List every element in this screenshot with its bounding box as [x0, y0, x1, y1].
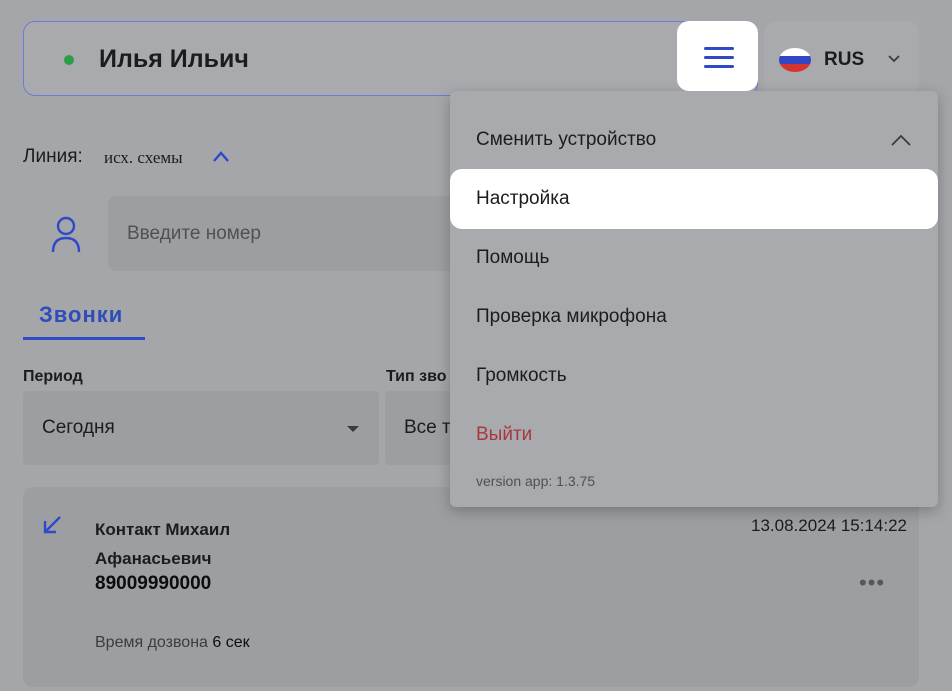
- call-phone-number: 89009990000: [95, 573, 212, 594]
- main-menu-dropdown: Сменить устройство Настройка Помощь Пров…: [450, 91, 938, 507]
- phone-number-input[interactable]: [108, 196, 468, 271]
- user-card: Илья Ильич: [23, 21, 758, 96]
- tab-active-indicator: [23, 337, 145, 340]
- chevron-up-icon[interactable]: [211, 148, 231, 166]
- call-contact-name: Контакт Михаил Афанасьевич: [95, 520, 231, 568]
- call-duration-value: 6 сек: [212, 634, 250, 651]
- menu-item-mic-check[interactable]: Проверка микрофона: [450, 287, 938, 347]
- tab-calls[interactable]: Звонки: [39, 302, 123, 328]
- chevron-up-icon[interactable]: [890, 131, 912, 149]
- menu-item-change-device[interactable]: Сменить устройство: [450, 110, 938, 170]
- chevron-down-icon: [888, 55, 900, 63]
- russia-flag-icon: [779, 48, 811, 72]
- call-list-item[interactable]: Контакт Михаил Афанасьевич 89009990000 1…: [23, 487, 919, 687]
- line-value[interactable]: исх. схемы: [104, 148, 183, 168]
- app-version: version app: 1.3.75: [476, 473, 596, 489]
- incoming-call-arrow-icon: [43, 516, 61, 534]
- more-options-icon[interactable]: •••: [859, 570, 885, 596]
- language-label: RUS: [824, 49, 865, 70]
- period-label: Период: [23, 368, 83, 385]
- call-type-select-value: Все т: [404, 417, 451, 438]
- call-type-label: Тип зво: [386, 368, 447, 385]
- menu-button[interactable]: [677, 21, 758, 91]
- menu-item-label: Проверка микрофона: [476, 306, 667, 327]
- menu-item-logout[interactable]: Выйти: [450, 405, 938, 465]
- period-select-value: Сегодня: [42, 417, 115, 438]
- period-select[interactable]: Сегодня: [23, 391, 379, 465]
- menu-item-label: Громкость: [476, 365, 567, 386]
- caret-down-icon: [347, 426, 359, 432]
- app-page: Илья Ильич RUS Линия: исх. схемы Звонки …: [0, 0, 952, 691]
- menu-item-label: Помощь: [476, 247, 550, 268]
- hamburger-icon: [704, 65, 734, 68]
- call-duration-label: Время дозвона: [95, 634, 208, 651]
- hamburger-icon: [704, 47, 734, 50]
- menu-item-volume[interactable]: Громкость: [450, 346, 938, 406]
- online-status-dot: [64, 55, 74, 65]
- hamburger-icon: [704, 56, 734, 59]
- call-datetime: 13.08.2024 15:14:22: [751, 516, 907, 535]
- call-duration: Время дозвона 6 сек: [95, 634, 250, 652]
- language-select[interactable]: RUS: [764, 21, 919, 96]
- menu-item-label: Сменить устройство: [476, 129, 657, 150]
- menu-item-settings[interactable]: Настройка: [450, 169, 938, 229]
- user-name: Илья Ильич: [99, 45, 249, 73]
- contact-icon[interactable]: [50, 216, 82, 254]
- menu-item-help[interactable]: Помощь: [450, 228, 938, 288]
- menu-item-label: Выйти: [476, 424, 533, 445]
- line-label: Линия:: [23, 146, 83, 167]
- menu-item-label: Настройка: [476, 188, 570, 209]
